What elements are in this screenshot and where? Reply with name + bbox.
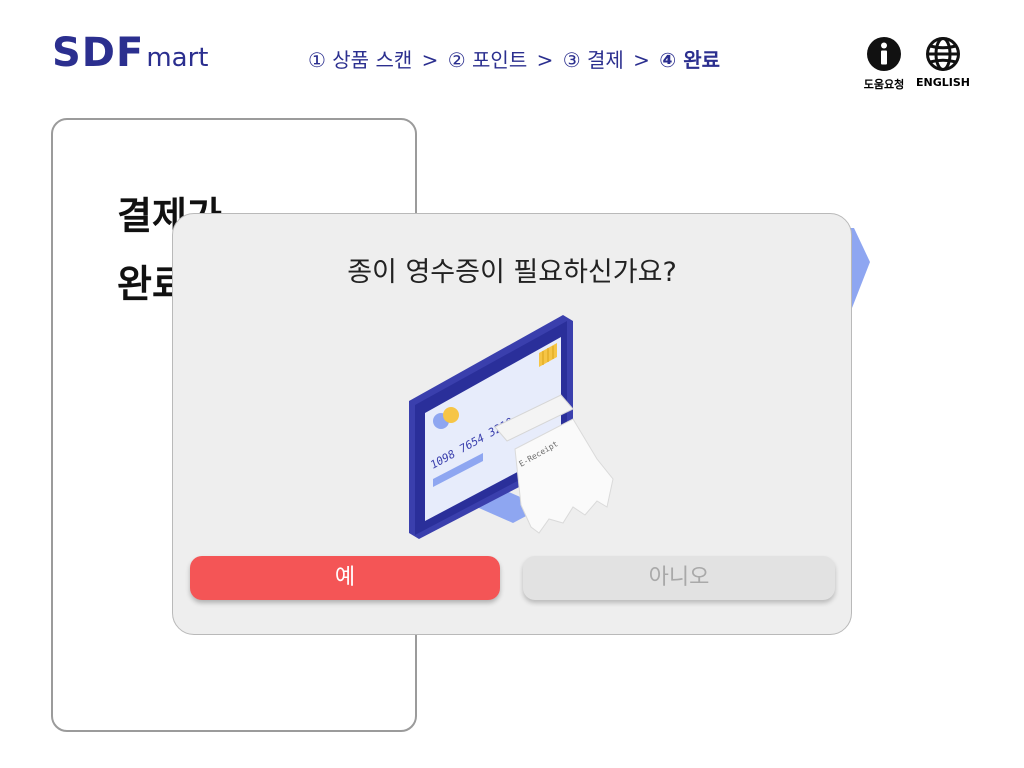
step-payment: ③ 결제 (562, 48, 624, 72)
no-button[interactable]: 아니오 (523, 556, 835, 600)
step-separator: > (633, 48, 650, 72)
step-complete: ④ 완료 (659, 48, 720, 72)
step-separator: > (421, 48, 439, 72)
globe-icon (926, 37, 960, 71)
card-receipt-illustration: 1098 7654 3210 E-Receipt (409, 315, 614, 539)
help-label: 도움요청 (863, 78, 905, 91)
step-scan: ① 상품 스캔 (308, 48, 413, 72)
yes-button[interactable]: 예 (190, 556, 500, 600)
progress-steps: ① 상품 스캔 > ② 포인트 > ③ 결제 > ④ 완료 (308, 44, 720, 73)
step-points: ② 포인트 (447, 48, 528, 72)
logo-main: SDF (52, 30, 145, 76)
language-button[interactable]: ENGLISH (912, 36, 974, 89)
step-separator: > (536, 48, 554, 72)
dialog-question: 종이 영수증이 필요하신가요? (347, 257, 677, 288)
help-button[interactable]: 도움요청 (858, 36, 910, 92)
receipt-dialog: 종이 영수증이 필요하신가요? 1098 7654 3210 E-Receipt… (172, 213, 852, 635)
logo: SDFmart (52, 30, 209, 76)
info-icon (867, 37, 901, 71)
logo-sub: mart (146, 43, 209, 73)
language-label: ENGLISH (916, 76, 970, 89)
